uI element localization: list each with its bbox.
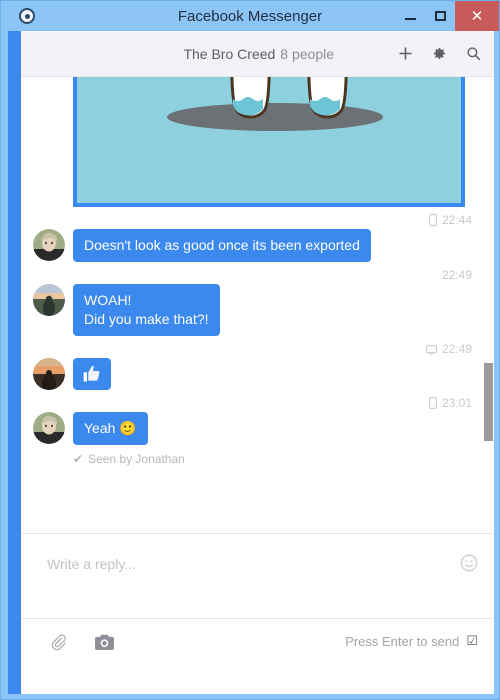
message-bubble-line: Yeah 🙂 (33, 412, 478, 445)
minimize-button[interactable] (395, 1, 425, 31)
scrollbar-thumb[interactable] (484, 363, 493, 441)
message-timestamp: 23:01 (73, 394, 478, 412)
message-text: Yeah 🙂 (84, 420, 137, 436)
message-bubble-line (33, 358, 478, 390)
conversation-header: The Bro Creed 8 people (21, 31, 494, 77)
avatar-green-portrait-icon (33, 412, 65, 444)
thread-name: The Bro Creed (183, 45, 276, 62)
thumbs-up-icon (83, 365, 100, 382)
gear-icon (433, 47, 445, 59)
send-hint-label: Press Enter to send (345, 633, 460, 649)
message-timestamp: 22:49 (73, 266, 478, 284)
avatar[interactable] (33, 284, 65, 316)
smiley-icon (460, 554, 478, 572)
message-timestamp: 22:49 (73, 340, 478, 358)
desktop-icon (425, 342, 437, 360)
message-bubble[interactable]: WOAH! Did you make that?! (73, 284, 220, 336)
message-row: 22:44 Doesn't look as good once its been… (21, 211, 494, 262)
send-photo-button[interactable] (94, 634, 115, 651)
attach-file-button[interactable] (49, 633, 68, 652)
minimize-icon (404, 18, 416, 20)
settings-button[interactable] (422, 37, 456, 71)
send-hint[interactable]: Press Enter to send ☑ (345, 633, 478, 649)
search-icon (466, 47, 480, 61)
message-bubble[interactable]: Yeah 🙂 (73, 412, 148, 445)
timestamp-text: 22:49 (441, 342, 472, 356)
attachment-row (21, 77, 494, 207)
plus-icon (399, 47, 411, 60)
toolbar-icons (49, 633, 115, 652)
left-accent-rail (8, 31, 21, 694)
mobile-icon (428, 396, 437, 414)
sticker-bubble[interactable] (73, 358, 111, 390)
camera-icon (95, 634, 114, 650)
emoji-button[interactable] (460, 554, 478, 572)
search-button[interactable] (456, 37, 490, 71)
conversation-panel: The Bro Creed 8 people 22:44 Doesn't loo… (21, 31, 494, 694)
message-timestamp: 22:44 (73, 211, 478, 229)
messenger-circle-icon (19, 8, 35, 24)
message-text: Doesn't look as good once its been expor… (84, 237, 360, 253)
avatar[interactable] (33, 229, 65, 261)
message-row: 22:49 (21, 340, 494, 390)
composer (21, 533, 494, 618)
cartoon-illustration (77, 77, 461, 203)
reply-input[interactable] (21, 534, 401, 572)
message-list[interactable]: 22:44 Doesn't look as good once its been… (21, 77, 494, 533)
add-people-button[interactable] (388, 37, 422, 71)
message-bubble[interactable]: Doesn't look as good once its been expor… (73, 229, 371, 262)
avatar-sunset-silhouette-icon (33, 284, 65, 316)
message-scrollbar[interactable] (483, 123, 494, 441)
messenger-window: Facebook Messenger ✕ The Bro Creed 8 peop… (0, 0, 500, 700)
message-row: 22:49 (21, 266, 494, 336)
avatar[interactable] (33, 358, 65, 390)
close-button[interactable]: ✕ (455, 1, 499, 31)
mobile-icon (428, 213, 437, 231)
seen-status: ✔ Seen by Jonathan (21, 452, 494, 466)
avatar[interactable] (33, 412, 65, 444)
conversation-title: The Bro Creed 8 people (183, 46, 334, 62)
timestamp-text: 22:44 (441, 213, 472, 227)
people-count: 8 people (280, 45, 334, 62)
header-actions (388, 37, 490, 71)
message-text-line1: WOAH! (84, 292, 132, 308)
message-bubble-line: Doesn't look as good once its been expor… (33, 229, 478, 262)
check-icon: ✔ (73, 452, 84, 466)
message-text-line2: Did you make that?! (84, 311, 209, 327)
photo-attachment[interactable] (73, 77, 465, 207)
title-bar[interactable]: Facebook Messenger ✕ (1, 1, 499, 31)
message-bubble-line: WOAH! Did you make that?! (33, 284, 478, 336)
maximize-button[interactable] (425, 1, 455, 31)
paperclip-icon (51, 634, 66, 651)
avatar-green-portrait-icon (33, 229, 65, 261)
window-body: The Bro Creed 8 people 22:44 Doesn't loo… (8, 31, 494, 694)
seen-text: Seen by Jonathan (88, 452, 185, 466)
avatar-sunset-silhouette-icon (33, 358, 65, 390)
timestamp-text: 22:49 (441, 268, 472, 282)
send-checkbox[interactable]: ☑ (466, 633, 478, 649)
window-controls: ✕ (395, 1, 499, 31)
maximize-icon (434, 11, 446, 21)
timestamp-text: 23:01 (441, 396, 472, 410)
message-row: 23:01 Yeah 🙂 (21, 394, 494, 445)
bottom-toolbar: Press Enter to send ☑ (21, 618, 494, 694)
